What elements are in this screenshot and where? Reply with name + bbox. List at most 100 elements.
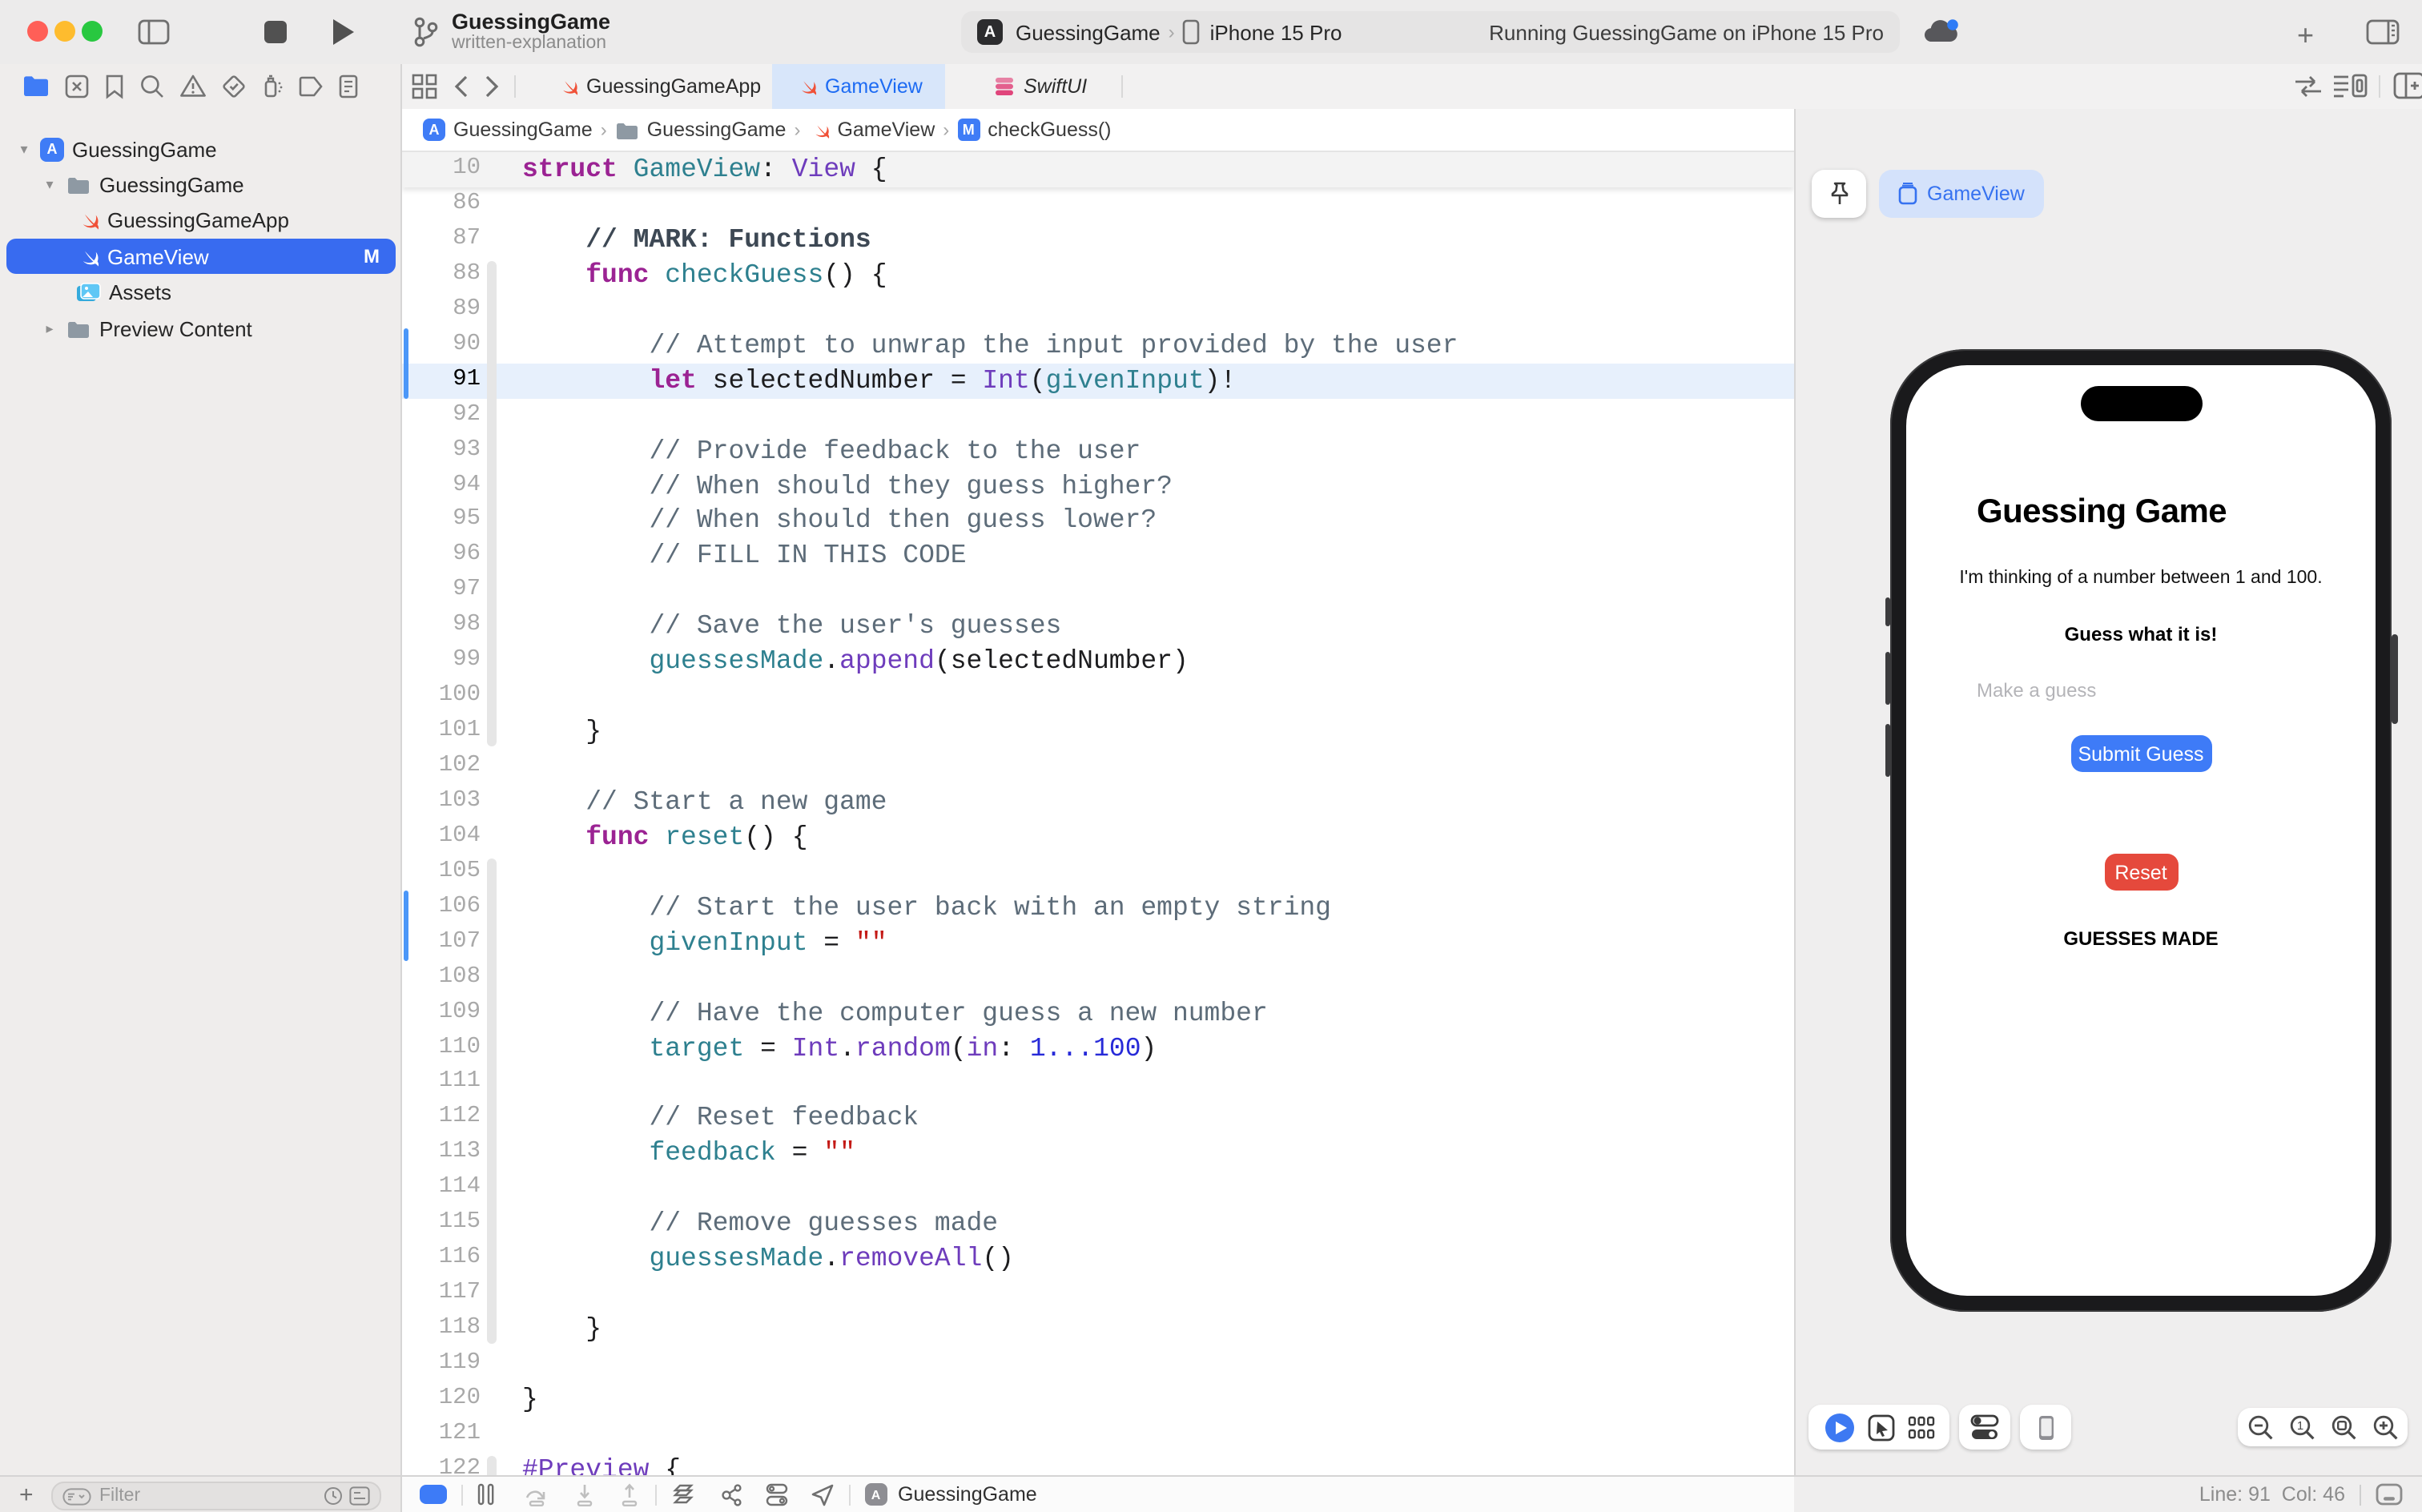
line-number[interactable]: 116 xyxy=(402,1241,481,1277)
breakpoints-navigator-icon[interactable] xyxy=(298,74,324,97)
line-number[interactable]: 108 xyxy=(402,960,481,995)
code-line[interactable]: 86 xyxy=(402,187,1794,223)
code-line[interactable]: 102 xyxy=(402,750,1794,785)
line-number[interactable]: 94 xyxy=(402,468,481,504)
reset-button[interactable]: Reset xyxy=(2104,854,2178,891)
code-line[interactable]: 118 } xyxy=(402,1312,1794,1347)
line-number[interactable]: 103 xyxy=(402,785,481,820)
code-line[interactable]: 111 xyxy=(402,1066,1794,1101)
environment-overrides-icon[interactable] xyxy=(766,1482,788,1506)
recents-clock-icon[interactable] xyxy=(324,1486,343,1506)
close-button[interactable] xyxy=(27,21,48,42)
line-number[interactable]: 109 xyxy=(402,995,481,1031)
code-line[interactable]: 120} xyxy=(402,1382,1794,1418)
line-number[interactable]: 110 xyxy=(402,1031,481,1066)
add-button[interactable]: + xyxy=(19,1481,34,1508)
line-number[interactable]: 121 xyxy=(402,1418,481,1453)
code-line[interactable]: 95 // When should then guess lower? xyxy=(402,504,1794,539)
scheme-bar[interactable]: A GuessingGame › iPhone 15 Pro Running G… xyxy=(961,11,1900,53)
line-number[interactable]: 122 xyxy=(402,1453,481,1476)
code-line[interactable]: 105 xyxy=(402,855,1794,891)
code-line[interactable]: 110 target = Int.random(in: 1...100) xyxy=(402,1031,1794,1066)
code-editor[interactable]: 8687 // MARK: Functions88 func checkGues… xyxy=(402,152,1794,1475)
device-settings-button[interactable] xyxy=(1959,1405,2010,1450)
variants-mode-icon[interactable] xyxy=(1907,1415,1934,1439)
live-preview-icon[interactable] xyxy=(1824,1412,1854,1442)
pause-execution-icon[interactable] xyxy=(477,1483,495,1506)
line-number[interactable]: 90 xyxy=(402,328,481,364)
tab-guessinggameapp[interactable]: GuessingGameApp xyxy=(533,64,783,109)
code-line[interactable]: 122#Preview { xyxy=(402,1453,1794,1476)
run-button[interactable] xyxy=(330,18,356,46)
code-line[interactable]: 117 xyxy=(402,1277,1794,1312)
zoom-button[interactable] xyxy=(82,21,103,42)
find-navigator-icon[interactable] xyxy=(139,73,165,99)
line-number[interactable]: 114 xyxy=(402,1172,481,1207)
code-line[interactable]: 91 let selectedNumber = Int(givenInput)! xyxy=(402,363,1794,398)
line-number[interactable]: 120 xyxy=(402,1382,481,1418)
line-number[interactable]: 106 xyxy=(402,891,481,926)
breakpoints-toggle[interactable] xyxy=(420,1485,447,1505)
disclosure-down-icon[interactable]: ▾ xyxy=(16,140,32,158)
code-line[interactable]: 103 // Start a new game xyxy=(402,785,1794,820)
flags-filter-icon[interactable] xyxy=(349,1486,370,1506)
line-number[interactable]: 97 xyxy=(402,574,481,609)
selectable-mode-icon[interactable] xyxy=(1867,1413,1894,1441)
code-line[interactable]: 109 // Have the computer guess a new num… xyxy=(402,995,1794,1031)
breadcrumb-item-file[interactable]: GameView xyxy=(808,119,935,141)
filter-field[interactable]: Filter xyxy=(51,1482,381,1510)
tree-item-guessinggameapp[interactable]: GuessingGameApp xyxy=(0,203,400,239)
tests-navigator-icon[interactable] xyxy=(221,73,247,99)
toggle-inspector-icon[interactable] xyxy=(2366,19,2400,45)
line-number[interactable]: 112 xyxy=(402,1101,481,1136)
tree-item-assets[interactable]: Assets xyxy=(0,275,400,310)
code-line[interactable]: 112 // Reset feedback xyxy=(402,1101,1794,1136)
line-number[interactable]: 105 xyxy=(402,855,481,891)
code-line[interactable]: 98 // Save the user's guesses xyxy=(402,609,1794,645)
branch-name[interactable]: written-explanation xyxy=(452,34,610,54)
code-line[interactable]: 87 // MARK: Functions xyxy=(402,223,1794,258)
changes-navigator-icon[interactable] xyxy=(64,73,90,99)
line-number[interactable]: 101 xyxy=(402,714,481,750)
line-number[interactable]: 10 xyxy=(402,152,481,187)
issues-navigator-icon[interactable] xyxy=(179,74,207,98)
tree-item-preview-content[interactable]: ▸ Preview Content xyxy=(0,311,400,346)
line-number[interactable]: 117 xyxy=(402,1277,481,1312)
debug-navigator-icon[interactable] xyxy=(261,73,284,99)
line-number[interactable]: 95 xyxy=(402,504,481,539)
breadcrumb-item-project[interactable]: A GuessingGame xyxy=(423,119,593,141)
zoom-out-icon[interactable] xyxy=(2247,1413,2274,1441)
line-number[interactable]: 88 xyxy=(402,258,481,293)
code-line[interactable]: 119 xyxy=(402,1347,1794,1382)
code-line[interactable]: 97 xyxy=(402,574,1794,609)
code-line[interactable]: 93 // Provide feedback to the user xyxy=(402,433,1794,468)
line-number[interactable]: 113 xyxy=(402,1136,481,1172)
code-line[interactable]: 100 xyxy=(402,679,1794,714)
go-forward-icon[interactable] xyxy=(484,74,501,99)
line-number[interactable]: 87 xyxy=(402,223,481,258)
line-number[interactable]: 98 xyxy=(402,609,481,645)
line-number[interactable]: 89 xyxy=(402,293,481,328)
tree-item-project[interactable]: ▾ A GuessingGame xyxy=(0,131,400,167)
submit-guess-button[interactable]: Submit Guess xyxy=(2070,735,2211,772)
stop-button[interactable] xyxy=(264,21,287,43)
code-line[interactable]: 90 // Attempt to unwrap the input provid… xyxy=(402,328,1794,364)
tab-swiftui[interactable]: SwiftUI xyxy=(971,64,1109,109)
code-line[interactable]: 114 xyxy=(402,1172,1794,1207)
line-number[interactable]: 118 xyxy=(402,1312,481,1347)
disclosure-right-icon[interactable]: ▸ xyxy=(42,320,58,337)
code-line[interactable]: 108 xyxy=(402,960,1794,995)
code-line[interactable]: 106 // Start the user back with an empty… xyxy=(402,891,1794,926)
guess-input[interactable]: Make a guess xyxy=(1977,679,2096,702)
device-preview-button[interactable] xyxy=(2020,1405,2071,1450)
line-number[interactable]: 99 xyxy=(402,644,481,679)
minimize-button[interactable] xyxy=(54,21,75,42)
line-number[interactable]: 104 xyxy=(402,820,481,855)
line-number[interactable]: 119 xyxy=(402,1347,481,1382)
code-line[interactable]: 104 func reset() { xyxy=(402,820,1794,855)
view-hierarchy-icon[interactable] xyxy=(671,1482,697,1506)
memory-graph-icon[interactable] xyxy=(719,1482,743,1506)
add-editor-icon[interactable] xyxy=(2393,72,2422,99)
code-line[interactable]: 99 guessesMade.append(selectedNumber) xyxy=(402,644,1794,679)
code-line[interactable]: 115 // Remove guesses made xyxy=(402,1206,1794,1241)
